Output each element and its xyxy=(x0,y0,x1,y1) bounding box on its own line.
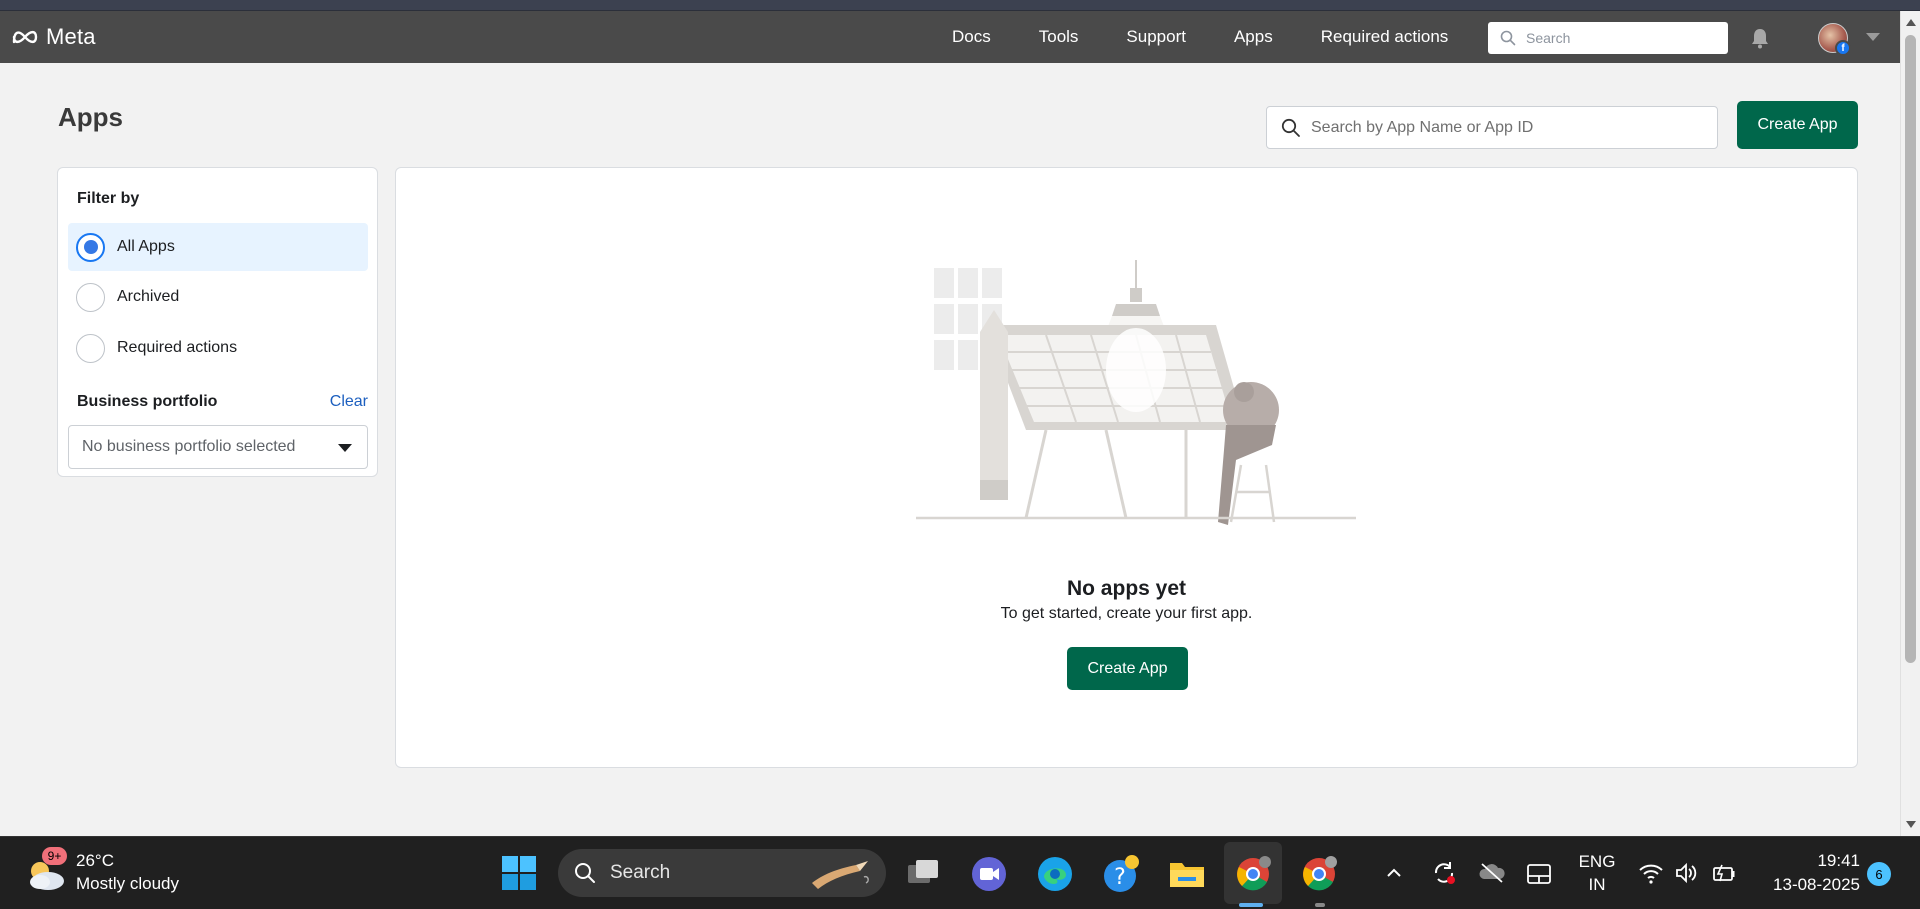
nav-link-support[interactable]: Support xyxy=(1126,27,1186,47)
radio-selected-icon[interactable] xyxy=(76,232,105,262)
tablet-mode-icon[interactable] xyxy=(1526,863,1552,885)
active-app-indicator xyxy=(1239,903,1263,907)
search-highlight-pencil-icon xyxy=(812,861,869,889)
windows-start-icon[interactable] xyxy=(500,854,538,892)
facebook-badge-icon: f xyxy=(1835,40,1851,56)
weather-alert-badge: 9+ xyxy=(42,847,67,865)
radio-unselected-icon[interactable] xyxy=(76,282,105,312)
nav-search-box[interactable] xyxy=(1488,22,1728,54)
weather-description: Mostly cloudy xyxy=(76,874,179,893)
filter-option-label: Archived xyxy=(117,288,180,305)
filter-option-label: Required actions xyxy=(117,339,238,356)
chrome-browser-icon[interactable] xyxy=(1234,855,1272,893)
caret-down-icon xyxy=(338,444,352,452)
video-chat-icon[interactable] xyxy=(970,855,1008,893)
filter-option-all-apps[interactable]: All Apps xyxy=(68,223,368,271)
filter-option-label: All Apps xyxy=(117,238,175,255)
scroll-down-arrow-icon[interactable] xyxy=(1906,821,1916,828)
nav-link-docs[interactable]: Docs xyxy=(952,27,991,47)
search-icon xyxy=(575,863,595,883)
nav-links: Docs Tools Support Apps Required actions xyxy=(952,11,1448,63)
nav-link-tools[interactable]: Tools xyxy=(1039,27,1079,47)
filter-panel: Filter by All Apps Archived Required act… xyxy=(57,167,378,477)
empty-state-illustration xyxy=(916,260,1356,525)
clock-date[interactable]: 13-08-2025 xyxy=(1748,875,1860,895)
open-app-indicator xyxy=(1315,903,1325,907)
sync-icon[interactable] xyxy=(1430,859,1458,887)
profile-menu-chevron-down-icon[interactable] xyxy=(1866,33,1880,41)
app-search-input[interactable] xyxy=(1311,118,1711,137)
scroll-up-arrow-icon[interactable] xyxy=(1906,19,1916,26)
language-indicator-line1[interactable]: ENG xyxy=(1578,852,1616,872)
nav-link-apps[interactable]: Apps xyxy=(1234,27,1273,47)
nav-link-required-actions[interactable]: Required actions xyxy=(1321,27,1449,47)
weather-widget[interactable]: 9+ 26°C Mostly cloudy xyxy=(26,847,226,899)
taskbar-search[interactable]: Search xyxy=(558,849,886,897)
windows-taskbar: 9+ 26°C Mostly cloudy Search ? ENG IN 19… xyxy=(0,836,1920,909)
clear-filter-link[interactable]: Clear xyxy=(330,393,368,411)
meta-logo[interactable]: Meta xyxy=(10,24,96,50)
svg-text:?: ? xyxy=(1114,865,1126,890)
radio-unselected-icon[interactable] xyxy=(76,333,105,363)
create-app-button[interactable]: Create App xyxy=(1737,101,1858,149)
page-title: Apps xyxy=(58,102,123,132)
page-scrollbar[interactable] xyxy=(1900,11,1920,836)
chevron-up-icon[interactable] xyxy=(1384,863,1404,883)
empty-state-title: No apps yet xyxy=(1066,577,1187,600)
scrollbar-thumb[interactable] xyxy=(1905,35,1916,663)
meta-wordmark: Meta xyxy=(46,24,96,49)
language-indicator-line2[interactable]: IN xyxy=(1578,875,1616,895)
chrome-profile-icon[interactable] xyxy=(1300,855,1338,893)
meta-infinity-icon xyxy=(12,30,38,44)
top-navigation: Meta Docs Tools Support Apps Required ac… xyxy=(0,11,1900,63)
business-portfolio-select[interactable]: No business portfolio selected xyxy=(68,425,368,469)
nav-search-input[interactable] xyxy=(1526,30,1706,46)
cloud-offline-icon[interactable] xyxy=(1478,861,1506,885)
filter-option-archived[interactable]: Archived xyxy=(68,273,368,321)
volume-icon[interactable] xyxy=(1674,861,1698,885)
filter-title: Filter by xyxy=(77,190,140,207)
help-icon[interactable]: ? xyxy=(1102,855,1140,893)
edge-browser-icon[interactable] xyxy=(1036,855,1074,893)
battery-charging-icon[interactable] xyxy=(1710,861,1736,885)
empty-state-subtitle: To get started, create your first app. xyxy=(1000,605,1253,622)
search-icon xyxy=(1500,30,1516,46)
business-portfolio-value: No business portfolio selected xyxy=(82,438,296,455)
file-explorer-icon[interactable] xyxy=(1168,855,1206,893)
notification-bell-icon[interactable] xyxy=(1748,26,1772,50)
clock-time[interactable]: 19:41 xyxy=(1760,851,1860,871)
browser-top-strip xyxy=(0,0,1920,11)
create-first-app-button[interactable]: Create App xyxy=(1067,647,1188,690)
notification-count-badge[interactable]: 6 xyxy=(1867,862,1891,886)
weather-temperature: 26°C xyxy=(76,851,114,870)
taskbar-search-label: Search xyxy=(610,862,671,883)
app-search-box[interactable] xyxy=(1266,106,1718,149)
wifi-icon[interactable] xyxy=(1638,861,1664,885)
search-icon xyxy=(1281,118,1300,137)
apps-list-panel: No apps yet To get started, create your … xyxy=(395,167,1858,768)
filter-option-required-actions[interactable]: Required actions xyxy=(68,324,368,372)
business-portfolio-title: Business portfolio xyxy=(77,393,218,410)
profile-avatar[interactable]: f xyxy=(1818,23,1851,56)
task-view-icon[interactable] xyxy=(904,855,942,893)
